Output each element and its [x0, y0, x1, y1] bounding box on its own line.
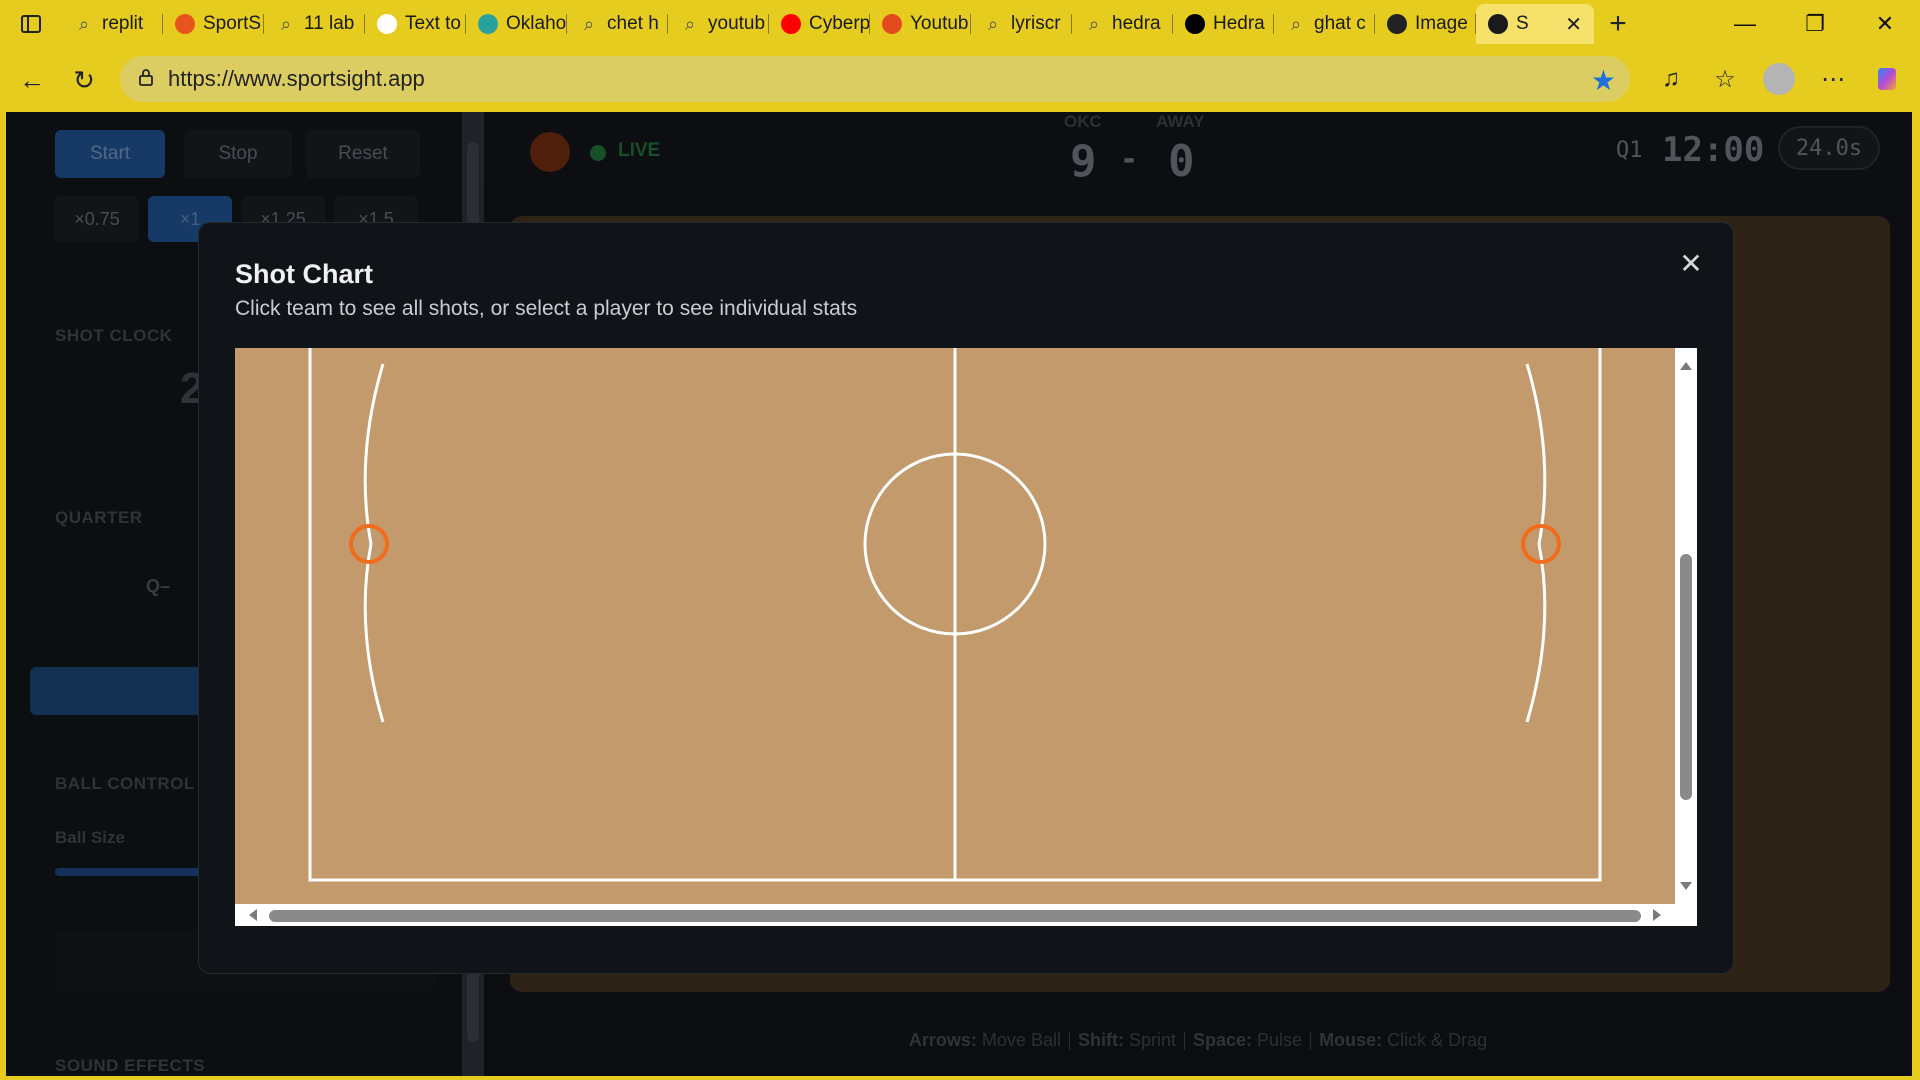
- tab-actions-button[interactable]: [0, 0, 62, 48]
- sportsight-icon: [175, 14, 195, 34]
- tab-label: Hedra: [1213, 13, 1265, 34]
- tab-label: SportS: [203, 13, 262, 34]
- favorite-star-icon[interactable]: ★: [1591, 64, 1616, 97]
- openai-icon: [1387, 14, 1407, 34]
- minimize-button[interactable]: —: [1710, 0, 1780, 48]
- search-icon: ⌕: [583, 13, 595, 34]
- tab-label: hedra: [1112, 13, 1161, 34]
- tab-label: Oklaho: [506, 13, 567, 34]
- address-bar[interactable]: https://www.sportsight.app ★: [120, 56, 1630, 102]
- modal-subtitle: Click team to see all shots, or select a…: [235, 297, 858, 320]
- tab-label: Youtub: [910, 13, 969, 34]
- tab-label: chet h: [607, 13, 659, 34]
- copilot-icon: [1878, 68, 1896, 90]
- lock-icon: [139, 69, 153, 86]
- chart-horizontal-scrollbar[interactable]: [235, 904, 1675, 926]
- browser-toolbar: ← ↻ https://www.sportsight.app ★ ♫ ☆ ⋯: [0, 48, 1920, 112]
- refresh-button[interactable]: ↻: [58, 58, 110, 102]
- browser-tab[interactable]: Text to: [365, 4, 466, 44]
- tab-label: youtub: [708, 13, 766, 34]
- tab-label: lyriscr: [1011, 13, 1061, 34]
- browser-tab[interactable]: Youtub: [870, 4, 971, 44]
- search-icon: ⌕: [987, 13, 999, 34]
- browser-tab[interactable]: Cyberp: [769, 4, 870, 44]
- browser-tab[interactable]: Hedra: [1173, 4, 1274, 44]
- sidebar-toggle-icon: [21, 15, 41, 33]
- tab-label: Image: [1415, 13, 1468, 34]
- browser-tab[interactable]: ⌕ chet h: [567, 4, 668, 44]
- back-button[interactable]: ←: [6, 58, 58, 102]
- window-controls: — ❐ ✕: [1710, 0, 1920, 48]
- left-three-point-arc-top: [363, 363, 385, 545]
- browser-tab-bar: ⌕ replit SportS ⌕ 11 lab Text to Oklaho ⌕ chet h…: [0, 0, 1920, 48]
- copilot-button[interactable]: [1864, 56, 1910, 102]
- elevenlabs-icon: [377, 14, 397, 34]
- tab-label: Text to: [405, 13, 461, 34]
- search-icon: ⌕: [1088, 13, 1100, 34]
- browser-tab[interactable]: ⌕ youtub: [668, 4, 769, 44]
- vertical-scroll-thumb[interactable]: [1680, 554, 1692, 800]
- browser-tab[interactable]: ⌕ lyriscr: [971, 4, 1072, 44]
- chart-vertical-scrollbar[interactable]: [1675, 348, 1697, 904]
- profile-button[interactable]: [1756, 56, 1802, 102]
- left-three-point-arc-bottom: [363, 543, 385, 723]
- search-icon: ⌕: [684, 13, 696, 34]
- toolbar-actions: ♫ ☆ ⋯: [1648, 56, 1910, 102]
- shot-chart-viewport: [235, 348, 1697, 926]
- tab-label: ghat c: [1314, 13, 1366, 34]
- restore-button[interactable]: ❐: [1780, 0, 1850, 48]
- tab-label: 11 lab: [304, 13, 355, 34]
- sportsight-app: Start Stop Reset ×0.75 ×1 ×1.25 ×1.5 SHO…: [6, 112, 1912, 1076]
- right-three-point-arc-top: [1525, 363, 1547, 545]
- youtube-icon: [781, 14, 801, 34]
- scroll-up-icon[interactable]: [1680, 362, 1692, 370]
- browser-tab[interactable]: Image: [1375, 4, 1476, 44]
- sync-icon: [882, 14, 902, 34]
- browser-tab[interactable]: S ✕: [1476, 4, 1594, 44]
- media-control-button[interactable]: ♫: [1648, 56, 1694, 102]
- browser-tab[interactable]: Oklaho: [466, 4, 567, 44]
- new-tab-button[interactable]: +: [1594, 4, 1642, 44]
- tab-label: S: [1516, 13, 1529, 34]
- favorites-button[interactable]: ☆: [1702, 56, 1748, 102]
- modal-title: Shot Chart: [235, 259, 373, 289]
- search-icon: ⌕: [280, 13, 292, 34]
- scroll-down-icon[interactable]: [1680, 882, 1692, 890]
- right-three-point-arc-bottom: [1525, 543, 1547, 723]
- search-icon: ⌕: [1290, 13, 1302, 34]
- scroll-right-icon[interactable]: [1653, 909, 1661, 921]
- tab-label: Cyberp: [809, 13, 870, 34]
- tab-label: replit: [102, 13, 144, 34]
- more-menu-button[interactable]: ⋯: [1810, 56, 1856, 102]
- bing-icon: [478, 14, 498, 34]
- tab-strip: ⌕ replit SportS ⌕ 11 lab Text to Oklaho ⌕ chet h…: [62, 0, 1594, 48]
- basketball-court[interactable]: [235, 348, 1675, 904]
- url-text: https://www.sportsight.app: [168, 66, 425, 91]
- avatar: [1763, 63, 1795, 95]
- close-icon[interactable]: ✕: [1673, 245, 1709, 281]
- browser-tab[interactable]: SportS: [163, 4, 264, 44]
- court-lines: [308, 348, 1602, 882]
- browser-tab[interactable]: ⌕ 11 lab: [264, 4, 365, 44]
- browser-tab[interactable]: ⌕ replit: [62, 4, 163, 44]
- scroll-left-icon[interactable]: [249, 909, 257, 921]
- close-tab-icon[interactable]: ✕: [1565, 12, 1582, 37]
- sportsight-app-icon: [1488, 14, 1508, 34]
- horizontal-scroll-thumb[interactable]: [269, 910, 1641, 922]
- browser-tab[interactable]: ⌕ ghat c: [1274, 4, 1375, 44]
- shot-chart-modal: Shot Chart Click team to see all shots, …: [198, 222, 1734, 974]
- hedra-icon: [1185, 14, 1205, 34]
- close-window-button[interactable]: ✕: [1850, 0, 1920, 48]
- browser-tab[interactable]: ⌕ hedra: [1072, 4, 1173, 44]
- search-icon: ⌕: [78, 13, 90, 34]
